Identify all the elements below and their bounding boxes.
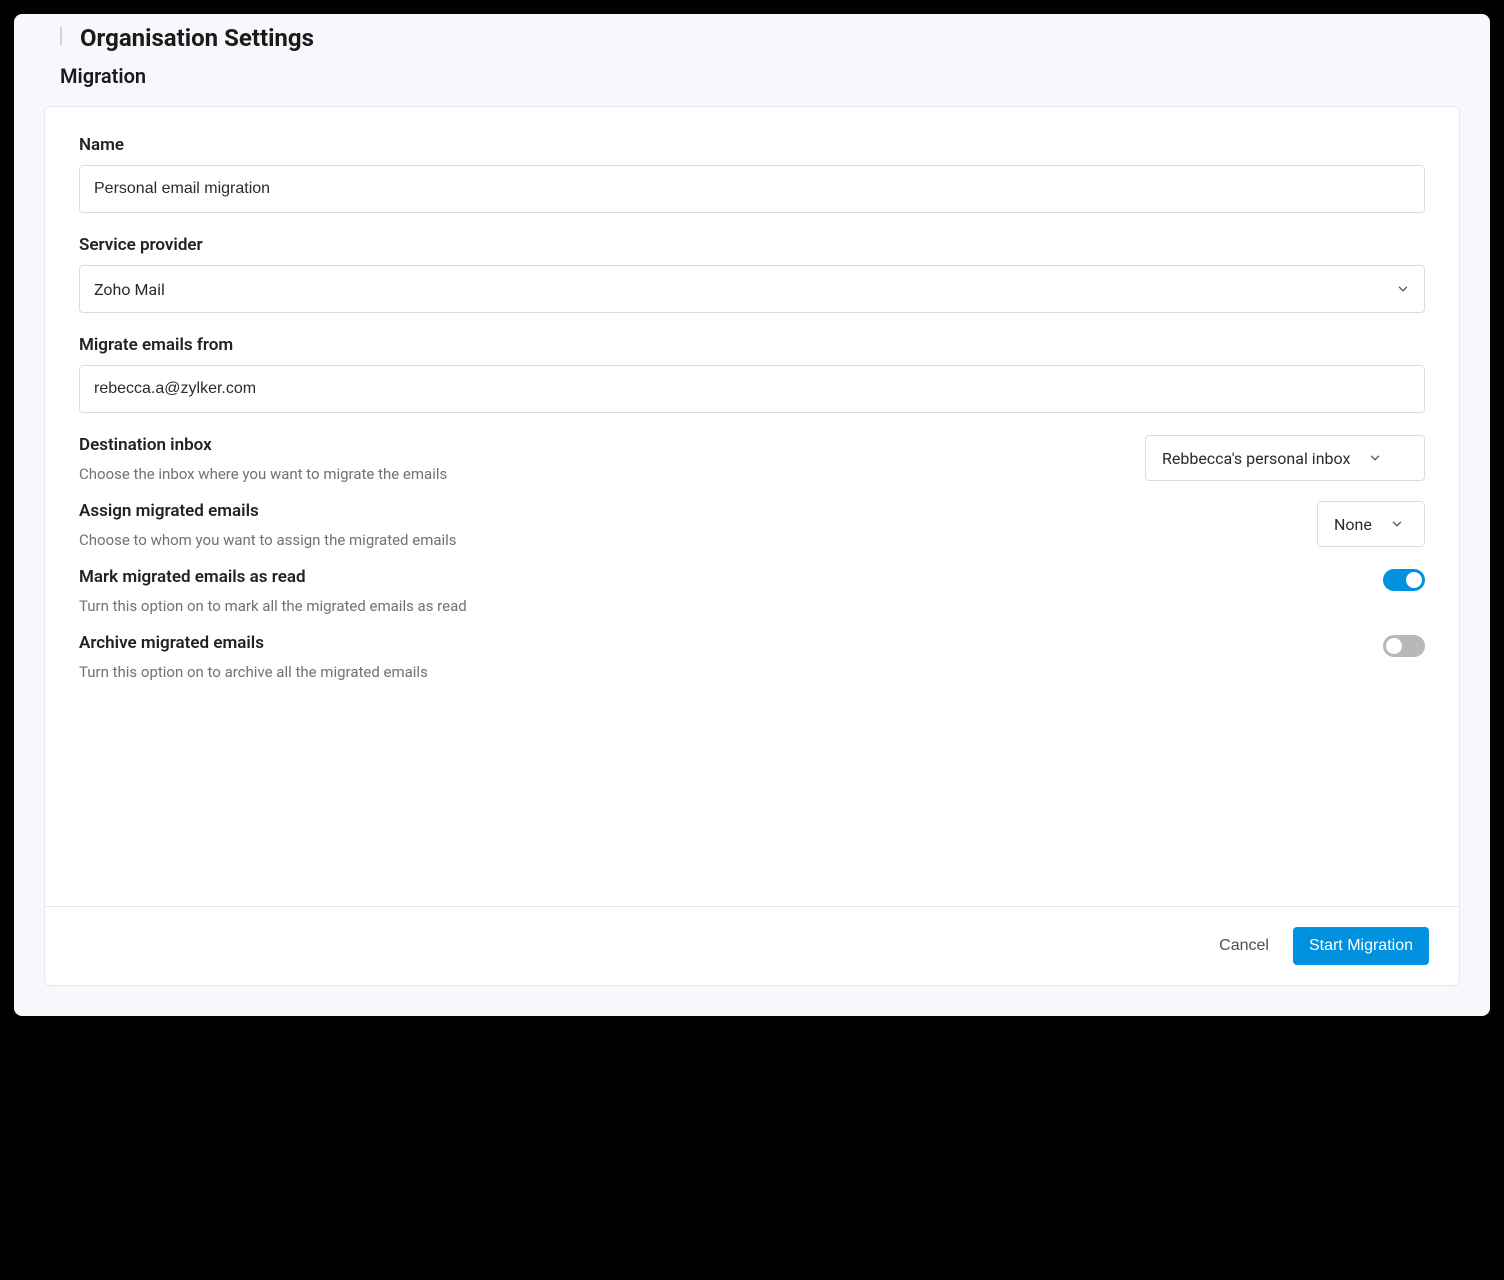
assign-emails-help: Choose to whom you want to assign the mi…	[79, 531, 1297, 549]
form-body: Name Service provider Zoho Mail Migrate …	[45, 107, 1459, 906]
page-title-text: Organisation Settings	[80, 24, 314, 52]
form-footer: Cancel Start Migration	[45, 906, 1459, 985]
migration-form-card: Name Service provider Zoho Mail Migrate …	[44, 106, 1460, 986]
service-provider-label: Service provider	[79, 235, 1425, 255]
mark-read-toggle[interactable]	[1383, 569, 1425, 591]
settings-page: Organisation Settings Migration Name Ser…	[14, 14, 1490, 1016]
name-input[interactable]	[79, 165, 1425, 213]
toggle-knob	[1386, 638, 1402, 654]
assign-emails-value: None	[1334, 515, 1372, 534]
mark-read-label: Mark migrated emails as read	[79, 567, 1363, 587]
field-service-provider: Service provider Zoho Mail	[79, 235, 1425, 313]
destination-inbox-label: Destination inbox	[79, 435, 1125, 455]
assign-emails-label: Assign migrated emails	[79, 501, 1297, 521]
destination-inbox-help: Choose the inbox where you want to migra…	[79, 465, 1125, 483]
field-archive: Archive migrated emails Turn this option…	[79, 633, 1425, 681]
service-provider-select[interactable]: Zoho Mail	[79, 265, 1425, 313]
mark-read-help: Turn this option on to mark all the migr…	[79, 597, 1363, 615]
field-mark-read: Mark migrated emails as read Turn this o…	[79, 567, 1425, 615]
archive-label: Archive migrated emails	[79, 633, 1363, 653]
toggle-knob	[1406, 572, 1422, 588]
archive-help: Turn this option on to archive all the m…	[79, 663, 1363, 681]
field-destination-inbox: Destination inbox Choose the inbox where…	[79, 435, 1425, 483]
field-assign-emails: Assign migrated emails Choose to whom yo…	[79, 501, 1425, 549]
start-migration-button[interactable]: Start Migration	[1293, 927, 1429, 965]
assign-emails-select[interactable]: None	[1317, 501, 1425, 547]
chevron-down-icon	[1368, 451, 1382, 465]
destination-inbox-value: Rebbecca's personal inbox	[1162, 449, 1350, 468]
migrate-from-input[interactable]	[79, 365, 1425, 413]
chevron-down-icon	[1390, 517, 1404, 531]
cancel-button[interactable]: Cancel	[1219, 937, 1269, 955]
migrate-from-label: Migrate emails from	[79, 335, 1425, 355]
field-migrate-from: Migrate emails from	[79, 335, 1425, 413]
name-label: Name	[79, 135, 1425, 155]
chevron-down-icon	[1396, 282, 1410, 296]
destination-inbox-select[interactable]: Rebbecca's personal inbox	[1145, 435, 1425, 481]
page-subtitle: Migration	[60, 64, 1444, 88]
page-header: Organisation Settings Migration	[44, 14, 1460, 106]
service-provider-value: Zoho Mail	[94, 280, 165, 299]
page-title: Organisation Settings	[60, 24, 1444, 52]
archive-toggle[interactable]	[1383, 635, 1425, 657]
field-name: Name	[79, 135, 1425, 213]
title-divider-bar	[60, 27, 62, 45]
